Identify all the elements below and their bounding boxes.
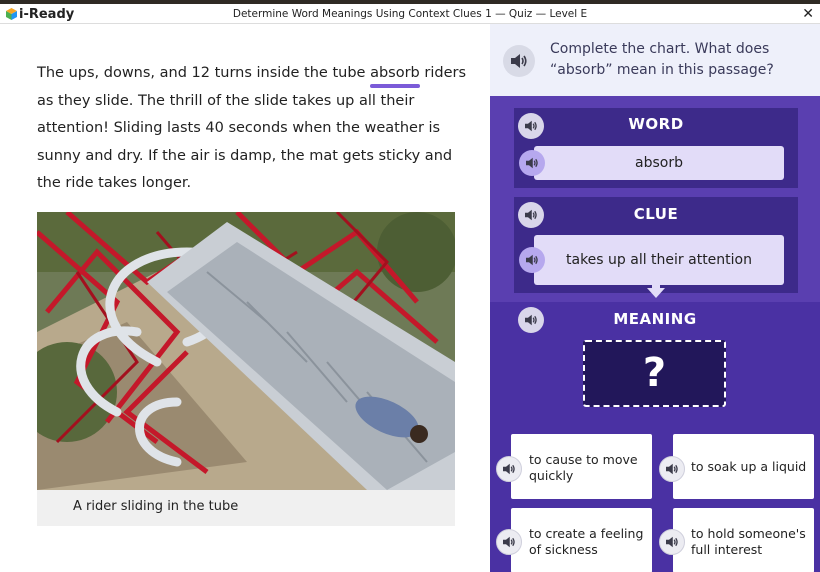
slide-photo [37, 212, 455, 490]
clue-value: takes up all their attention [566, 252, 752, 268]
clue-card: CLUE takes up all their attention [514, 197, 798, 293]
meaning-title: MEANING [613, 310, 697, 328]
speaker-icon [526, 254, 538, 266]
choice-speaker-button[interactable] [496, 529, 522, 555]
close-button[interactable]: ✕ [802, 5, 814, 21]
speaker-icon [526, 157, 538, 169]
question-panel: Complete the chart. What does “absorb” m… [490, 24, 820, 96]
answer-choice[interactable]: to hold someone's full interest [673, 508, 814, 572]
clue-value-box: takes up all their attention [534, 235, 784, 285]
speaker-icon [511, 54, 527, 68]
slide-illustration [37, 212, 455, 490]
meaning-drop-zone[interactable]: ? [583, 340, 726, 407]
choice-speaker-button[interactable] [659, 529, 685, 555]
speaker-icon [525, 120, 537, 132]
word-value-box: absorb [534, 146, 784, 180]
passage-text-before: The ups, downs, and 12 turns inside the … [37, 65, 371, 81]
reading-passage: The ups, downs, and 12 turns inside the … [37, 60, 467, 198]
answer-choice[interactable]: to cause to move quickly [511, 434, 652, 499]
lesson-title: Determine Word Meanings Using Context Cl… [232, 8, 588, 20]
clue-title-speaker-button[interactable] [518, 202, 544, 228]
speaker-icon [503, 463, 515, 475]
word-title: WORD [628, 115, 684, 133]
choice-label: to hold someone's full interest [691, 526, 806, 557]
speaker-icon [525, 209, 537, 221]
clue-title: CLUE [633, 205, 679, 223]
clue-value-speaker-button[interactable] [519, 247, 545, 273]
word-card: WORD absorb [514, 108, 798, 188]
question-text: Complete the chart. What does “absorb” m… [550, 41, 774, 78]
word-title-speaker-button[interactable] [518, 113, 544, 139]
highlighted-word: absorb [370, 60, 420, 88]
speaker-icon [503, 536, 515, 548]
answer-choice[interactable]: to create a feeling of sickness [511, 508, 652, 572]
choice-label: to soak up a liquid [691, 459, 807, 474]
choice-speaker-button[interactable] [496, 456, 522, 482]
speaker-icon [666, 536, 678, 548]
choice-label: to cause to move quickly [529, 452, 638, 483]
image-caption: A rider sliding in the tube [37, 490, 455, 526]
word-value-speaker-button[interactable] [519, 150, 545, 176]
choice-label: to create a feeling of sickness [529, 526, 644, 557]
word-value: absorb [635, 155, 683, 171]
answer-choice[interactable]: to soak up a liquid [673, 434, 814, 499]
choice-speaker-button[interactable] [659, 456, 685, 482]
title-bar: i-Ready Determine Word Meanings Using Co… [0, 4, 820, 24]
speaker-icon [666, 463, 678, 475]
flow-arrow-down-icon [647, 288, 665, 298]
question-speaker-button[interactable] [503, 45, 535, 77]
